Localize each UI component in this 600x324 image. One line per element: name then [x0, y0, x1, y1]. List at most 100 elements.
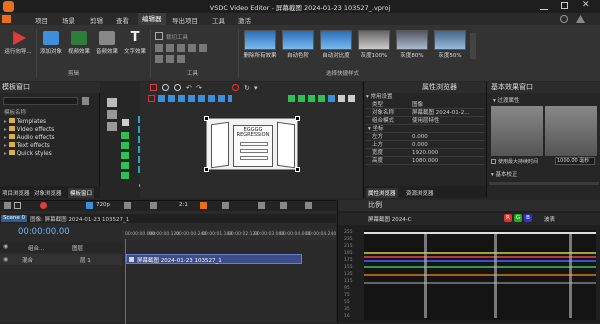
- tool-icon[interactable]: ▾: [254, 84, 258, 92]
- tool-icon[interactable]: [258, 202, 265, 209]
- menu-activate[interactable]: 激活: [238, 15, 251, 25]
- text-effects-button[interactable]: T 文字效果: [122, 31, 148, 56]
- arrange-icon[interactable]: [308, 95, 315, 102]
- arrange-icon[interactable]: [348, 95, 355, 102]
- tool-icon[interactable]: [86, 202, 93, 209]
- tree-item[interactable]: ▸ Audio effects: [4, 134, 98, 142]
- tool-icon[interactable]: [188, 44, 196, 52]
- transition-section[interactable]: ▾ 过渡属性: [493, 96, 520, 104]
- arrange-icon[interactable]: [328, 95, 335, 102]
- arrange-icon[interactable]: [298, 95, 305, 102]
- menu-tools[interactable]: 工具: [212, 15, 225, 25]
- quick-style-scroll[interactable]: [470, 33, 476, 59]
- tree-item[interactable]: ▸ Text effects: [4, 142, 98, 150]
- effect-tool-icon[interactable]: [121, 162, 129, 169]
- tool-icon[interactable]: [232, 84, 239, 91]
- menu-editor[interactable]: 编辑器: [138, 13, 166, 25]
- menu-clip[interactable]: 剪辑: [90, 15, 103, 25]
- align-icon[interactable]: [168, 95, 175, 102]
- menu-scene[interactable]: 场景: [62, 15, 75, 25]
- audio-effects-button[interactable]: 音频效果: [94, 31, 120, 55]
- resize-handle[interactable]: [204, 167, 209, 172]
- maximize-icon[interactable]: [561, 2, 568, 9]
- align-icon[interactable]: [158, 95, 165, 102]
- scope-source-select[interactable]: 屏幕截图 2024-C: [368, 215, 412, 223]
- tab-scene[interactable]: Scene 0: [1, 215, 28, 222]
- search-icon[interactable]: [82, 97, 89, 105]
- tool-icon[interactable]: [14, 202, 21, 209]
- resize-handle[interactable]: [295, 116, 300, 121]
- delete-icon[interactable]: [122, 119, 129, 126]
- tool-icon[interactable]: [166, 44, 174, 52]
- property-row[interactable]: 宽度 1920.000: [366, 149, 484, 157]
- tool-icon[interactable]: [155, 44, 163, 52]
- tab-properties[interactable]: 属性浏览器: [366, 188, 398, 198]
- tree-item[interactable]: ▸ Templates: [4, 118, 98, 126]
- redo-icon[interactable]: ↷: [196, 84, 202, 92]
- tool-icon[interactable]: [150, 202, 157, 209]
- property-row[interactable]: 左方 0.000: [366, 133, 484, 141]
- tool-icon[interactable]: [162, 84, 169, 91]
- tool-icon[interactable]: [305, 202, 312, 209]
- align-icon[interactable]: [178, 95, 185, 102]
- channel-b-toggle[interactable]: B: [524, 214, 532, 222]
- app-menu-icon[interactable]: [2, 15, 11, 23]
- property-row[interactable]: 对象名称 屏幕截图 2024-01-2...: [366, 109, 484, 117]
- tool-icon[interactable]: [174, 84, 181, 91]
- undo-icon[interactable]: ↶: [186, 84, 192, 92]
- tool-icon[interactable]: ↻: [244, 84, 250, 92]
- tool-icon[interactable]: [280, 202, 287, 209]
- run-wizard-button[interactable]: 运行向导...: [3, 31, 33, 55]
- tool-icon[interactable]: [177, 55, 185, 63]
- tree-item[interactable]: ▸ Quick styles: [4, 150, 98, 158]
- tab-template-window[interactable]: 模板窗口: [68, 188, 95, 198]
- menu-project[interactable]: 项目: [35, 15, 48, 25]
- quick-style-gray-100[interactable]: 灰度100%: [356, 30, 392, 59]
- help-icon[interactable]: [560, 15, 568, 23]
- tool-icon[interactable]: [166, 55, 174, 63]
- add-object-button[interactable]: 添加对象: [38, 31, 64, 55]
- tab-resources[interactable]: 资源浏览器: [406, 189, 434, 197]
- align-icon[interactable]: [218, 95, 225, 102]
- menu-export[interactable]: 导出项目: [172, 15, 198, 25]
- arrange-icon[interactable]: [318, 95, 325, 102]
- tool-icon[interactable]: [177, 44, 185, 52]
- tool-icon[interactable]: [200, 202, 207, 209]
- common-settings-row[interactable]: ▾ 常用设置: [366, 93, 484, 101]
- quick-style-gray-50[interactable]: 灰度50%: [432, 30, 468, 59]
- quick-style-auto-contrast[interactable]: 自动对比度: [318, 30, 354, 59]
- effect-tool-icon[interactable]: [121, 142, 129, 149]
- menu-view[interactable]: 查看: [116, 15, 129, 25]
- tool-icon[interactable]: [199, 44, 207, 52]
- video-effects-button[interactable]: 视频效果: [66, 31, 92, 55]
- preview-canvas[interactable]: EGGGG REGRESSION: [204, 116, 300, 172]
- scrollbar[interactable]: [489, 182, 599, 185]
- tool-icon[interactable]: [4, 202, 11, 209]
- quick-style-gray-80[interactable]: 灰度80%: [394, 30, 430, 59]
- align-icon[interactable]: [208, 95, 215, 102]
- correction-section[interactable]: ▾ 基本校正: [491, 170, 518, 178]
- align-icon[interactable]: [198, 95, 205, 102]
- close-icon[interactable]: ✕: [582, 0, 590, 10]
- property-row[interactable]: 上方 0.000: [366, 141, 484, 149]
- tab-project-browser[interactable]: 项目浏览器: [2, 189, 30, 197]
- quick-style-remove-all[interactable]: 删除所有效果: [242, 30, 278, 59]
- track-header[interactable]: ◉ 混合 层 1: [0, 254, 122, 265]
- fit-select[interactable]: 2:1: [179, 202, 188, 208]
- tool-icon[interactable]: [124, 202, 131, 209]
- effect-tool-icon[interactable]: [121, 172, 129, 179]
- resize-handle[interactable]: [204, 116, 209, 121]
- property-row[interactable]: 类型 图像: [366, 101, 484, 109]
- eye-icon[interactable]: ◉: [3, 243, 8, 250]
- resize-handle[interactable]: [295, 167, 300, 172]
- property-row[interactable]: 高度 1080.000: [366, 157, 484, 165]
- eye-icon[interactable]: ◉: [3, 256, 8, 263]
- align-icon[interactable]: [188, 95, 195, 102]
- copy-icon[interactable]: [107, 110, 117, 119]
- record-icon[interactable]: [40, 202, 47, 209]
- effect-tool-icon[interactable]: [121, 132, 129, 139]
- coords-section[interactable]: ▾ 坐标: [366, 125, 484, 133]
- scope-mode-select[interactable]: 波表: [544, 215, 555, 223]
- tool-icon[interactable]: [150, 84, 157, 91]
- channel-g-toggle[interactable]: G: [514, 214, 522, 222]
